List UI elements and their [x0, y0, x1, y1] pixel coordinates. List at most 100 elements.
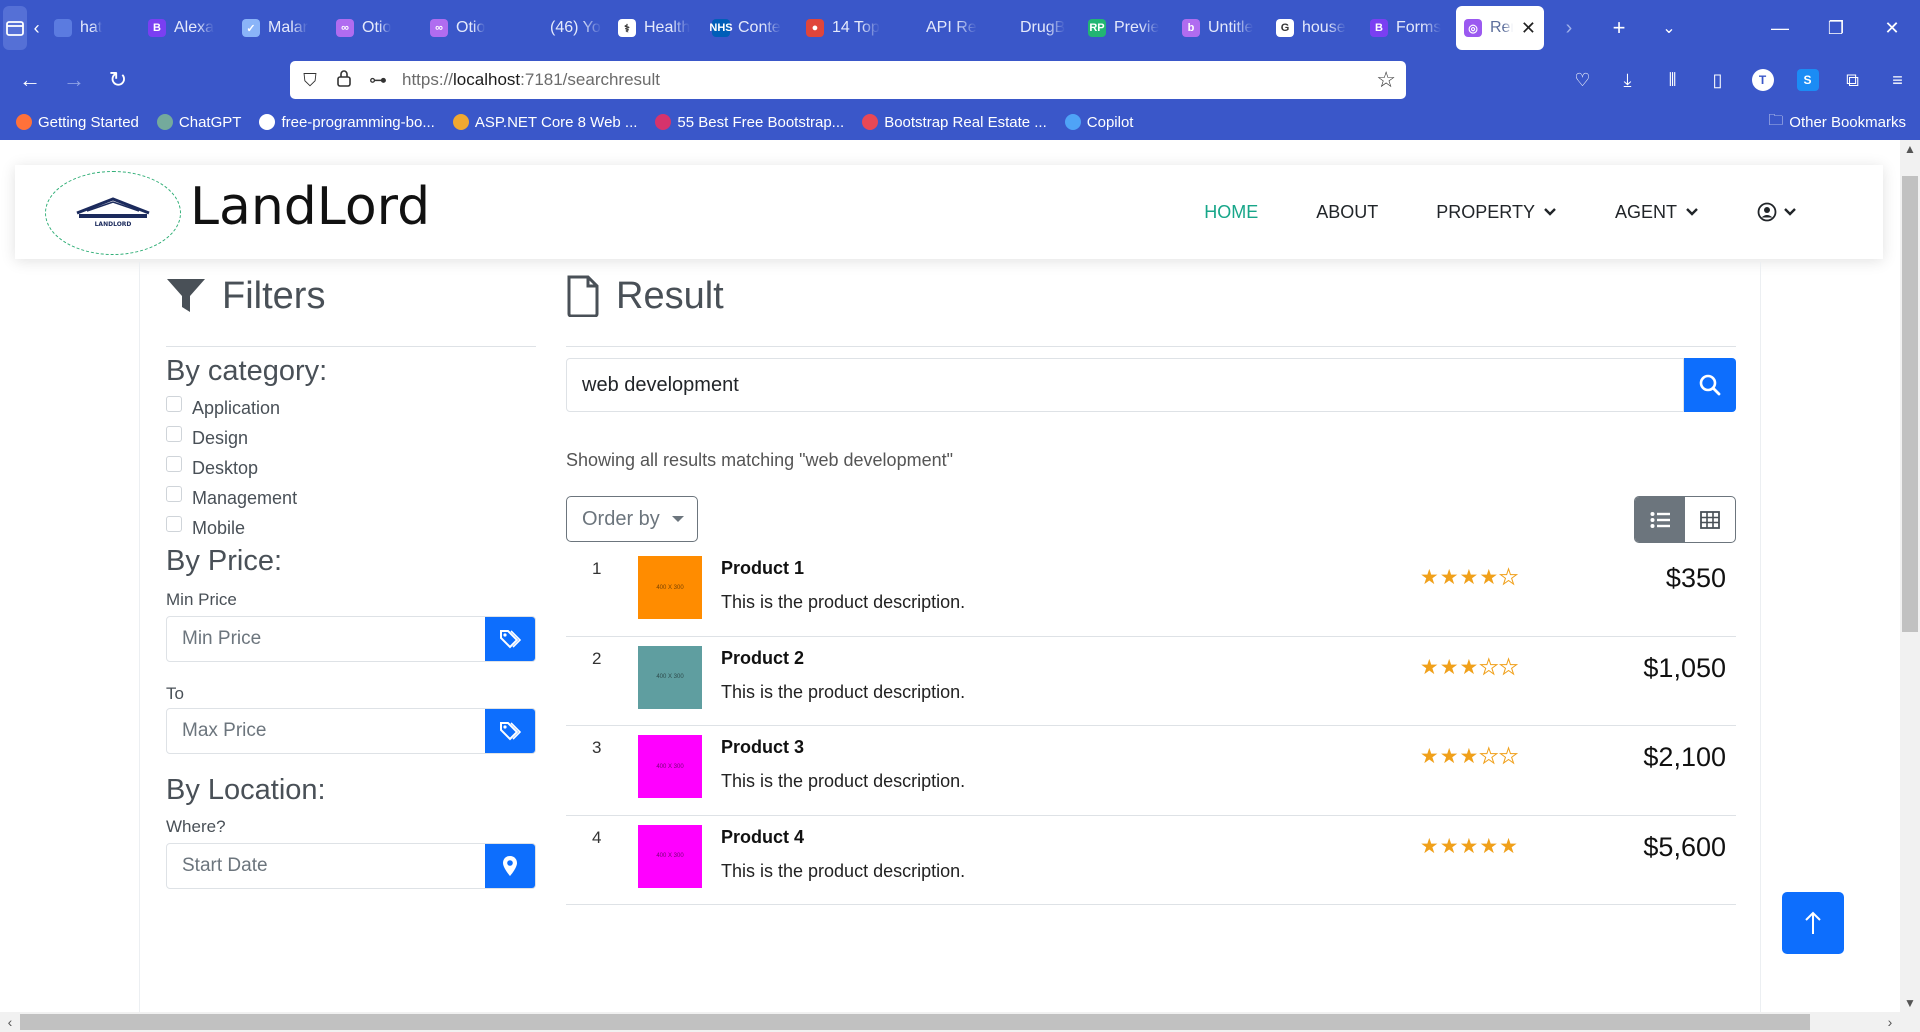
search-button[interactable] [1684, 358, 1736, 412]
browser-tab[interactable]: RP Previe [1080, 6, 1174, 50]
category-option[interactable]: Management [166, 483, 536, 513]
pocket-button[interactable]: ♡ [1560, 56, 1605, 104]
browser-tab[interactable]: ● 14 Top [798, 6, 892, 50]
category-checkbox[interactable] [166, 396, 182, 412]
tab-list-button[interactable] [3, 6, 28, 50]
browser-tab[interactable]: DrugB [986, 6, 1080, 50]
sidebar-button[interactable]: ▯ [1695, 56, 1740, 104]
result-row[interactable]: 2 400 X 300 Product 2 This is the product d… [566, 637, 1736, 726]
bookmark-item[interactable]: Bootstrap Real Estate ... [862, 114, 1047, 131]
site-logo[interactable]: LANDLORD [45, 171, 181, 255]
browser-tab[interactable]: b Untitle [1174, 6, 1268, 50]
order-by-dropdown[interactable]: Order by [566, 496, 698, 542]
menu-property[interactable]: PROPERTY [1436, 202, 1557, 223]
menu-home[interactable]: HOME [1204, 202, 1258, 223]
horizontal-scroll-thumb[interactable] [20, 1014, 1810, 1030]
shield-icon[interactable]: ⛉ [300, 70, 320, 91]
bookmarks-toolbar: Getting Started ChatGPT free-programming-b… [0, 104, 1920, 140]
extensions-button[interactable]: ⧉ [1830, 56, 1875, 104]
bookmark-item[interactable]: free-programming-bo... [259, 114, 435, 131]
menu-agent[interactable]: AGENT [1615, 202, 1699, 223]
library-button[interactable]: ⫴ [1650, 56, 1695, 104]
product-thumbnail[interactable]: 400 X 300 [638, 645, 702, 709]
bookmark-item[interactable]: Getting Started [16, 114, 139, 131]
vertical-scroll-thumb[interactable] [1902, 176, 1918, 632]
bookmark-item[interactable]: 55 Best Free Bootstrap... [655, 114, 844, 131]
lock-icon[interactable] [334, 69, 354, 92]
restore-button[interactable]: ❐ [1808, 0, 1864, 56]
browser-tab[interactable]: Ghouse [1268, 6, 1362, 50]
close-window-button[interactable]: ✕ [1864, 0, 1920, 56]
min-price-button[interactable] [485, 617, 535, 661]
category-option[interactable]: Mobile [166, 513, 536, 543]
result-row[interactable]: 4 400 X 300 Product 4 This is the product d… [566, 816, 1736, 905]
browser-tab[interactable]: ∞ Otio [328, 6, 422, 50]
category-checkbox[interactable] [166, 456, 182, 472]
result-row[interactable]: 1 400 X 300 Product 1 This is the product d… [566, 547, 1736, 637]
product-thumbnail[interactable]: 400 X 300 [638, 735, 702, 798]
back-to-top-button[interactable] [1782, 892, 1844, 954]
tab-scroll-right-button[interactable]: › [1544, 0, 1594, 56]
vertical-scrollbar[interactable]: ▲ ▼ [1900, 140, 1920, 1012]
forward-button[interactable]: → [54, 60, 94, 100]
category-option[interactable]: Design [166, 423, 536, 453]
scroll-right-arrow[interactable]: › [1880, 1012, 1900, 1032]
min-price-input[interactable]: Min Price [167, 617, 485, 661]
browser-tab[interactable]: ✓ Malar [234, 6, 328, 50]
category-checkbox[interactable] [166, 426, 182, 442]
bookmark-item[interactable]: ASP.NET Core 8 Web ... [452, 114, 637, 131]
result-row[interactable]: 3 400 X 300 Product 3 This is the product d… [566, 726, 1736, 816]
bookmark-item[interactable]: ChatGPT [156, 114, 241, 131]
tab-scroll-left-button[interactable]: ‹ [27, 0, 46, 56]
all-tabs-button[interactable]: ⌄ [1644, 0, 1694, 56]
menu-about[interactable]: ABOUT [1316, 202, 1378, 223]
category-option[interactable]: Application [166, 393, 536, 423]
scroll-up-arrow[interactable]: ▲ [1900, 142, 1920, 156]
browser-tab[interactable]: B Alexa [140, 6, 234, 50]
product-name[interactable]: Product 2 [721, 648, 804, 669]
browser-tab[interactable]: ∞ Otio [422, 6, 516, 50]
brand-name[interactable]: LandLord [190, 177, 430, 237]
category-option[interactable]: Desktop [166, 453, 536, 483]
location-button[interactable] [485, 844, 535, 888]
max-price-input[interactable]: Max Price [167, 709, 485, 753]
scroll-left-arrow[interactable]: ‹ [0, 1012, 20, 1032]
horizontal-scrollbar[interactable]: ‹ › [0, 1012, 1920, 1032]
grid-view-button[interactable] [1685, 497, 1735, 542]
product-thumbnail[interactable]: 400 X 300 [638, 556, 702, 619]
product-name[interactable]: Product 1 [721, 558, 804, 579]
browser-tab[interactable]: NHS Conte [704, 6, 798, 50]
product-name[interactable]: Product 3 [721, 737, 804, 758]
bookmark-item[interactable]: Copilot [1064, 114, 1133, 131]
search-input[interactable]: web development [566, 358, 1684, 412]
list-view-button[interactable] [1635, 497, 1685, 542]
new-tab-button[interactable]: + [1594, 0, 1644, 56]
bookmark-star-icon[interactable]: ☆ [1376, 67, 1396, 93]
location-input[interactable]: Start Date [167, 844, 485, 888]
browser-tab[interactable]: API Re [892, 6, 986, 50]
browser-tab[interactable]: ⚕ Health [610, 6, 704, 50]
browser-tab[interactable]: B Forms [1362, 6, 1456, 50]
extension-button[interactable]: S [1785, 56, 1830, 104]
category-checkbox[interactable] [166, 486, 182, 502]
user-menu[interactable] [1757, 202, 1797, 222]
address-bar[interactable]: ⛉ ⊶ https://localhost:7181/searchresult … [290, 61, 1406, 99]
max-price-button[interactable] [485, 709, 535, 753]
browser-tab[interactable]: ◎ Ren ✕ [1456, 6, 1544, 50]
url-text[interactable]: https://localhost:7181/searchresult [402, 70, 660, 90]
product-name[interactable]: Product 4 [721, 827, 804, 848]
other-bookmarks[interactable]: 🗀 Other Bookmarks [1768, 104, 1906, 140]
back-button[interactable]: ← [10, 60, 50, 100]
close-tab-icon[interactable]: ✕ [1521, 18, 1536, 39]
category-checkbox[interactable] [166, 516, 182, 532]
browser-tab[interactable]: hat [46, 6, 140, 50]
downloads-button[interactable]: ⤓ [1605, 56, 1650, 104]
product-thumbnail[interactable]: 400 X 300 [638, 824, 702, 888]
browser-tab[interactable]: (46) YouTu [516, 6, 610, 50]
minimize-button[interactable]: — [1752, 0, 1808, 56]
scroll-down-arrow[interactable]: ▼ [1900, 996, 1920, 1010]
app-menu-button[interactable]: ≡ [1875, 56, 1920, 104]
permissions-icon[interactable]: ⊶ [368, 70, 388, 91]
reload-button[interactable]: ↻ [98, 60, 138, 100]
account-button[interactable]: T [1740, 56, 1785, 104]
